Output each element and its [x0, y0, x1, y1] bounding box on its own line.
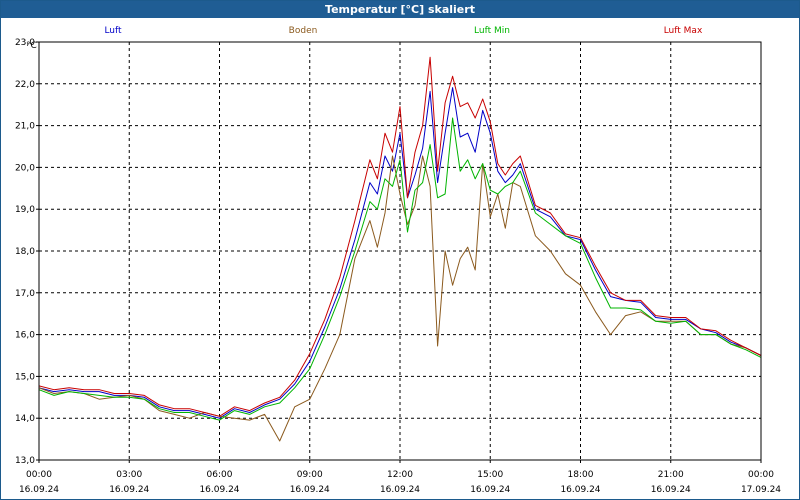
y-tick-label: 23,0 — [15, 38, 35, 48]
y-tick-label: 18,0 — [15, 247, 35, 257]
legend-entry: Luft Max — [664, 26, 703, 36]
x-tick-time-label: 15:00 — [477, 470, 503, 480]
y-tick-label: 15,0 — [15, 372, 35, 382]
x-tick-time-label: 12:00 — [387, 470, 413, 480]
y-tick-label: 22,0 — [15, 80, 35, 90]
legend-entry: Luft — [104, 26, 122, 36]
x-tick-time-label: 06:00 — [207, 470, 233, 480]
x-tick-date-label: 16.09.24 — [470, 485, 510, 495]
x-tick-labels: 00:00 16.09.24 03:00 16.09.24 06:00 16.09.24 0… — [19, 460, 781, 495]
x-tick-date-label: 16.09.24 — [651, 485, 691, 495]
y-tick-label: 13,0 — [15, 456, 35, 466]
y-tick-labels: 13,0 14,0 15,0 16,0 17,0 18,0 19,0 20,0 21,0 22,0… — [15, 38, 39, 466]
x-tick-date-label: 16.09.24 — [560, 485, 600, 495]
x-tick-date-label: 16.09.24 — [380, 485, 420, 495]
y-tick-label: 20,0 — [15, 163, 35, 173]
y-tick-label: 17,0 — [15, 289, 35, 299]
x-tick-time-label: 03:00 — [116, 470, 142, 480]
y-tick-label: 16,0 — [15, 331, 35, 341]
x-tick-time-label: 09:00 — [297, 470, 323, 480]
y-tick-label: 14,0 — [15, 414, 35, 424]
x-tick-date-label: 16.09.24 — [199, 485, 239, 495]
legend: Luft Boden Luft Min Luft Max — [104, 26, 703, 36]
y-tick-label: 21,0 — [15, 122, 35, 132]
x-tick-time-label: 00:00 — [26, 470, 52, 480]
x-tick-date-label: 17.09.24 — [741, 485, 781, 495]
x-tick-date-label: 16.09.24 — [109, 485, 149, 495]
line-chart: Luft Boden Luft Min Luft Max °C 13,014,015,… — [15, 26, 781, 495]
legend-entry: Boden — [289, 26, 318, 36]
y-tick-label: 19,0 — [15, 205, 35, 215]
legend-entry: Luft Min — [474, 26, 510, 36]
x-tick-time-label: 00:00 — [748, 470, 774, 480]
x-tick-date-label: 16.09.24 — [19, 485, 59, 495]
x-tick-time-label: 18:00 — [568, 470, 594, 480]
x-tick-time-label: 21:00 — [658, 470, 684, 480]
x-tick-date-label: 16.09.24 — [290, 485, 330, 495]
